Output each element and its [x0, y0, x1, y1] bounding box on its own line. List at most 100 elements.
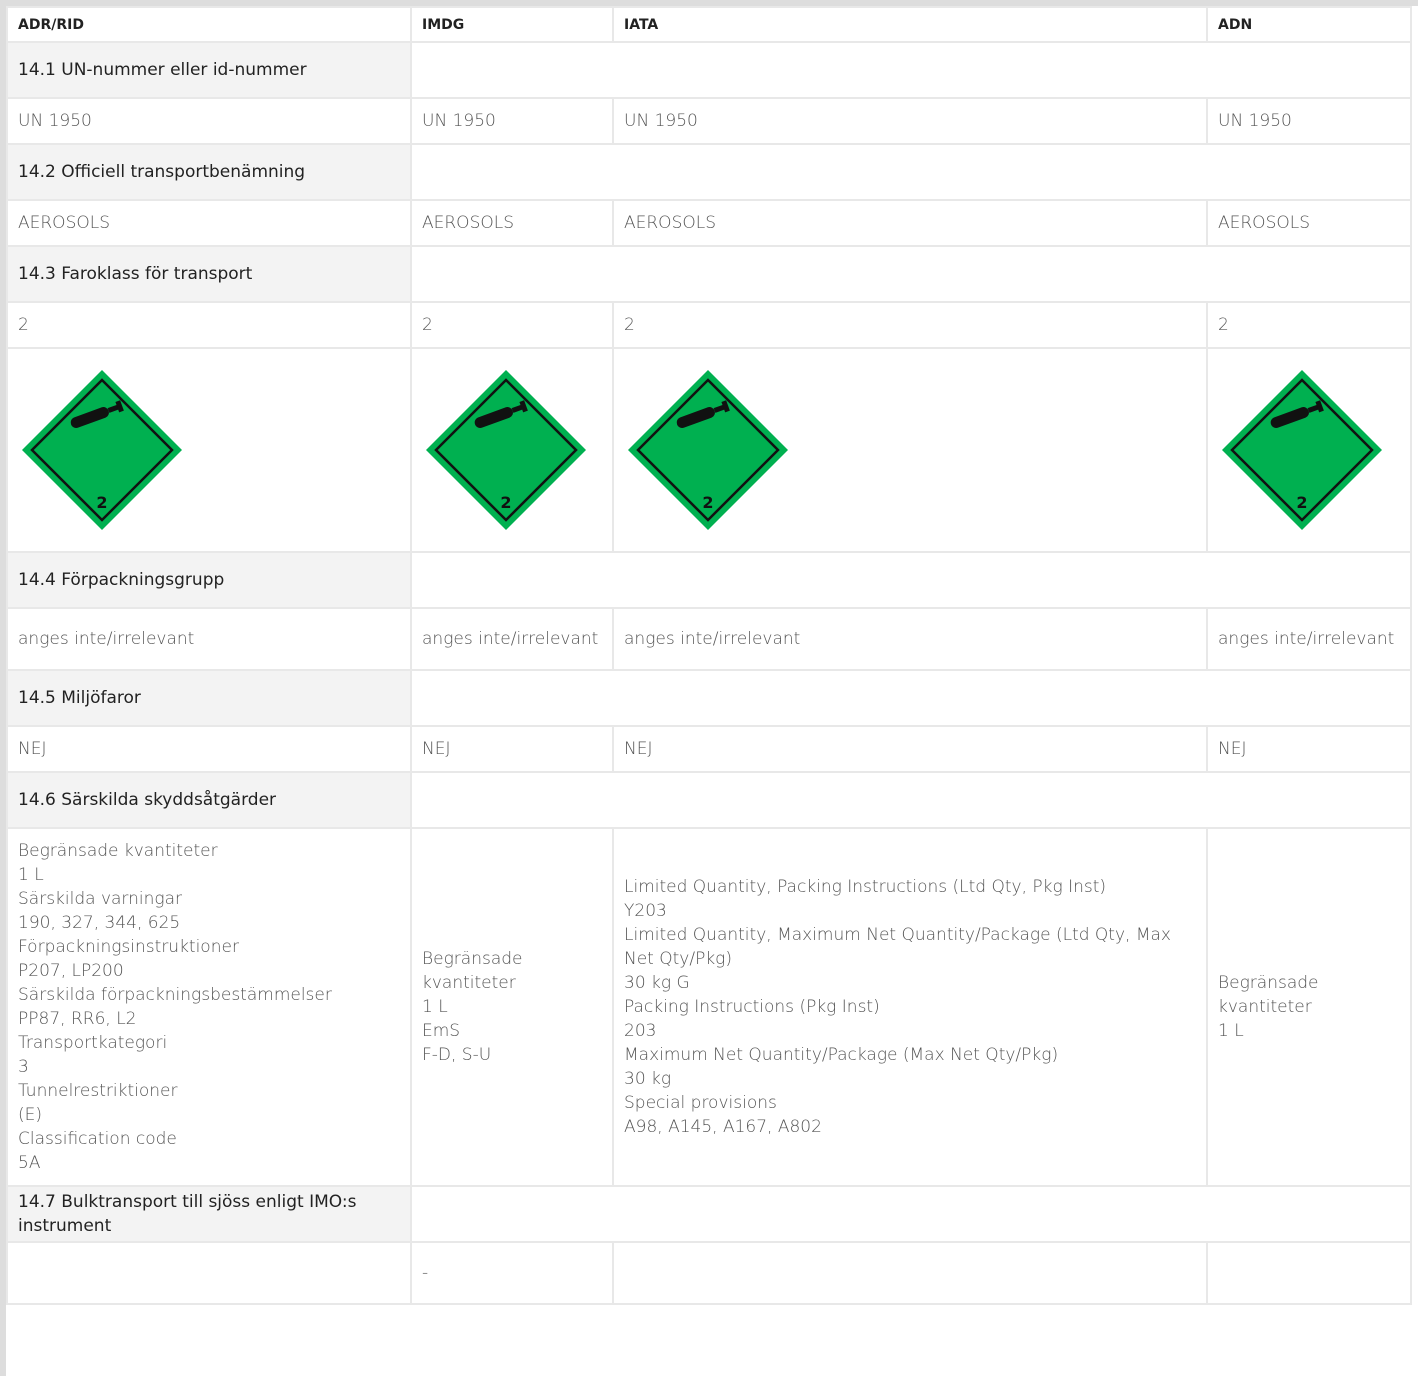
value-row: Begränsade kvantiteter 1 L Särskilda varni…: [6, 827, 1412, 1187]
detail-line: F-D, S-U: [422, 1045, 492, 1065]
section-blank: [410, 245, 1412, 303]
adn-special-precautions: Begränsade kvantiteter 1 L: [1206, 827, 1412, 1187]
transport-info-table: ADR/RID IMDG IATA ADN 14.1 UN-nummer ell…: [6, 6, 1412, 1305]
adr-rid-packing-group: anges inte/irrelevant: [6, 607, 412, 671]
hazard-class-2-label: 2: [628, 370, 788, 530]
adn-un-number: UN 1950: [1206, 97, 1412, 145]
adn-shipping-name: AEROSOLS: [1206, 199, 1412, 247]
value-row: AEROSOLS AEROSOLS AEROSOLS AEROSOLS: [6, 199, 1412, 247]
adr-rid-un-number: UN 1950: [6, 97, 412, 145]
section-title-14-2: 14.2 Officiell transportbenämning: [6, 143, 412, 201]
iata-un-number: UN 1950: [612, 97, 1208, 145]
iata-special-precautions: Limited Quantity, Packing Instructions (…: [612, 827, 1208, 1187]
section-title-14-1: 14.1 UN-nummer eller id-nummer: [6, 41, 412, 99]
detail-line: Packing Instructions (Pkg Inst): [624, 997, 880, 1017]
value-row: -: [6, 1241, 1412, 1305]
detail-line: A98, A145, A167, A802: [624, 1117, 822, 1137]
section-title-14-6: 14.6 Särskilda skyddsåtgärder: [6, 771, 412, 829]
detail-line: PP87, RR6, L2: [18, 1009, 137, 1029]
section-blank: [410, 669, 1412, 727]
detail-line: P207, LP200: [18, 961, 124, 981]
detail-line: Maximum Net Quantity/Package (Max Net Qt…: [624, 1045, 1059, 1065]
column-header-adr-rid: ADR/RID: [6, 6, 412, 43]
value-row: 2 2 2 2: [6, 301, 1412, 349]
imdg-special-precautions: Begränsade kvantiteter 1 L EmS F-D, S-U: [410, 827, 614, 1187]
column-header-adn: ADN: [1206, 6, 1412, 43]
detail-line: Special provisions: [624, 1093, 777, 1113]
hazard-class-2-label: 2: [426, 370, 586, 530]
section-header-row: 14.1 UN-nummer eller id-nummer: [6, 41, 1412, 99]
detail-line: Transportkategori: [18, 1033, 168, 1053]
detail-line: 1 L: [1218, 1021, 1244, 1041]
detail-line: Särskilda varningar: [18, 889, 183, 909]
detail-line: Limited Quantity, Maximum Net Quantity/P…: [624, 925, 1171, 969]
hazard-class-number: 2: [702, 493, 713, 512]
section-blank: [410, 1185, 1412, 1243]
hazard-class-number: 2: [96, 493, 107, 512]
detail-line: 30 kg G: [624, 973, 690, 993]
hazard-class-number: 2: [1296, 493, 1307, 512]
detail-line: 30 kg: [624, 1069, 672, 1089]
imdg-hazard-class: 2: [410, 301, 614, 349]
adn-label-cell: 2: [1206, 347, 1412, 553]
iata-packing-group: anges inte/irrelevant: [612, 607, 1208, 671]
detail-line: Y203: [624, 901, 667, 921]
iata-hazard-class: 2: [612, 301, 1208, 349]
imdg-environmental-hazard: NEJ: [410, 725, 614, 773]
detail-line: Begränsade kvantiteter: [422, 949, 523, 993]
iata-environmental-hazard: NEJ: [612, 725, 1208, 773]
adn-bulk-transport: [1206, 1241, 1412, 1305]
value-row: NEJ NEJ NEJ NEJ: [6, 725, 1412, 773]
adr-rid-shipping-name: AEROSOLS: [6, 199, 412, 247]
adr-rid-label-cell: 2: [6, 347, 412, 553]
header-row: ADR/RID IMDG IATA ADN: [6, 6, 1412, 43]
adn-environmental-hazard: NEJ: [1206, 725, 1412, 773]
section-title-14-5: 14.5 Miljöfaror: [6, 669, 412, 727]
hazard-label-row: 2 2 2 2: [6, 347, 1412, 553]
iata-shipping-name: AEROSOLS: [612, 199, 1208, 247]
imdg-packing-group: anges inte/irrelevant: [410, 607, 614, 671]
section-header-row: 14.2 Officiell transportbenämning: [6, 143, 1412, 201]
imdg-un-number: UN 1950: [410, 97, 614, 145]
adr-rid-bulk-transport: [6, 1241, 412, 1305]
column-header-iata: IATA: [612, 6, 1208, 43]
detail-line: Särskilda förpackningsbestämmelser: [18, 985, 332, 1005]
iata-label-cell: 2: [612, 347, 1208, 553]
adr-rid-hazard-class: 2: [6, 301, 412, 349]
column-header-imdg: IMDG: [410, 6, 614, 43]
section-title-14-7: 14.7 Bulktransport till sjöss enligt IMO…: [6, 1185, 412, 1243]
detail-line: 190, 327, 344, 625: [18, 913, 181, 933]
section-header-row: 14.6 Särskilda skyddsåtgärder: [6, 771, 1412, 829]
section-header-row: 14.3 Faroklass för transport: [6, 245, 1412, 303]
detail-line: 3: [18, 1057, 29, 1077]
detail-line: 1 L: [18, 865, 44, 885]
section-title-14-4: 14.4 Förpackningsgrupp: [6, 551, 412, 609]
detail-line: Limited Quantity, Packing Instructions (…: [624, 877, 1107, 897]
value-row: anges inte/irrelevant anges inte/irrelev…: [6, 607, 1412, 671]
adr-rid-special-precautions: Begränsade kvantiteter 1 L Särskilda varni…: [6, 827, 412, 1187]
section-header-row: 14.7 Bulktransport till sjöss enligt IMO…: [6, 1185, 1412, 1243]
detail-line: Förpackningsinstruktioner: [18, 937, 239, 957]
section-header-row: 14.5 Miljöfaror: [6, 669, 1412, 727]
section-blank: [410, 41, 1412, 99]
hazard-class-number: 2: [500, 493, 511, 512]
iata-bulk-transport: [612, 1241, 1208, 1305]
detail-line: Begränsade kvantiteter: [1218, 973, 1319, 1017]
detail-line: Begränsade kvantiteter: [18, 841, 218, 861]
section-blank: [410, 771, 1412, 829]
detail-line: Classification code: [18, 1129, 177, 1149]
detail-line: (E): [18, 1105, 43, 1125]
imdg-label-cell: 2: [410, 347, 614, 553]
section-title-14-3: 14.3 Faroklass för transport: [6, 245, 412, 303]
detail-line: 203: [624, 1021, 657, 1041]
detail-line: Tunnelrestriktioner: [18, 1081, 178, 1101]
detail-line: EmS: [422, 1021, 461, 1041]
hazard-class-2-label: 2: [22, 370, 182, 530]
adn-hazard-class: 2: [1206, 301, 1412, 349]
section-header-row: 14.4 Förpackningsgrupp: [6, 551, 1412, 609]
value-row: UN 1950 UN 1950 UN 1950 UN 1950: [6, 97, 1412, 145]
adn-packing-group: anges inte/irrelevant: [1206, 607, 1412, 671]
imdg-bulk-transport: -: [410, 1241, 614, 1305]
detail-line: 1 L: [422, 997, 448, 1017]
section-blank: [410, 143, 1412, 201]
